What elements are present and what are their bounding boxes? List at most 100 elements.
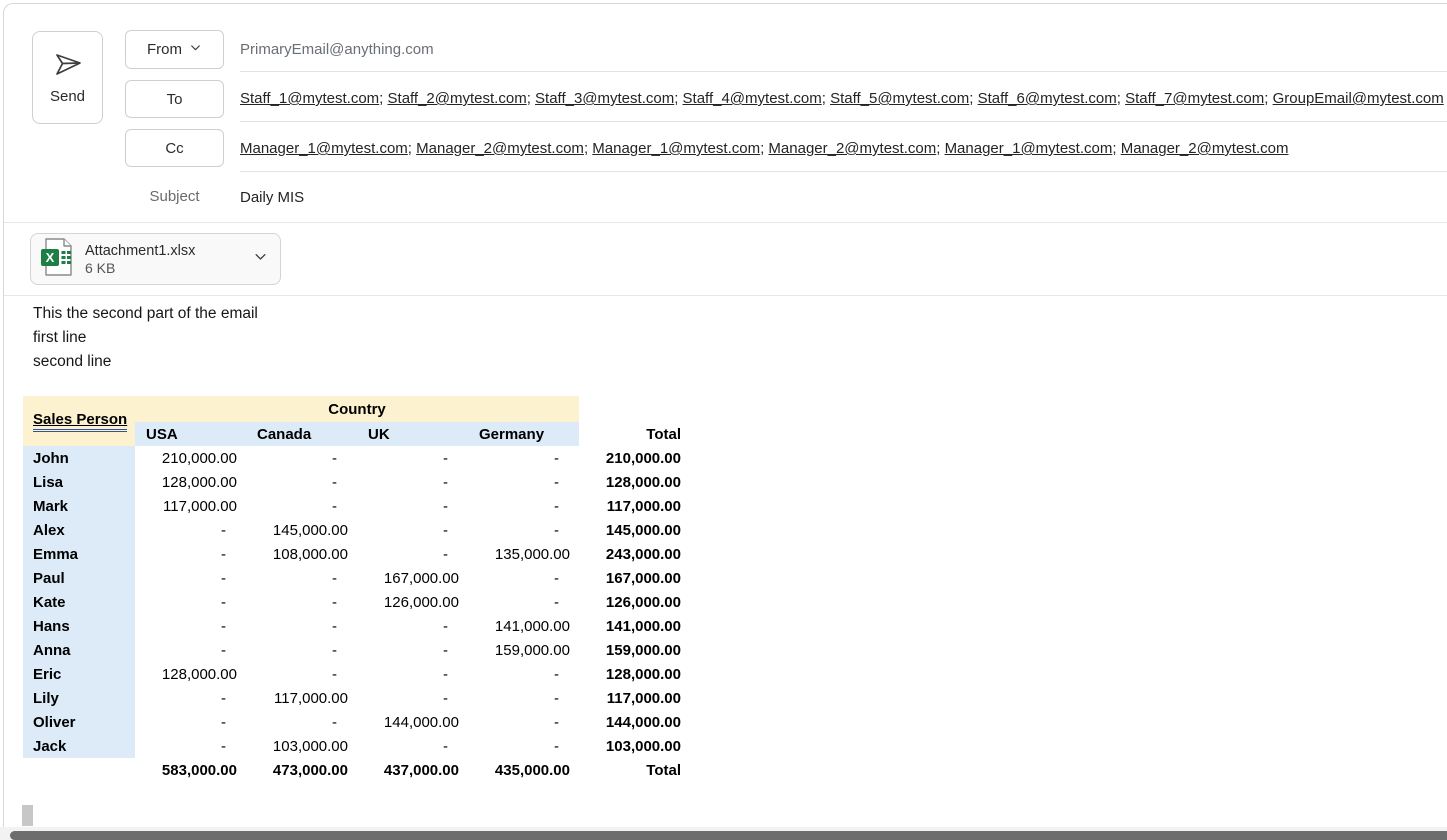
send-button[interactable]: Send: [32, 31, 103, 124]
recipient-link[interactable]: Staff_6@mytest.com: [978, 90, 1117, 107]
column-total-cell: 437,000.00: [383, 761, 459, 779]
recipient-link[interactable]: Manager_1@mytest.com: [945, 140, 1113, 157]
horizontal-scrollbar-track[interactable]: [0, 827, 1447, 840]
body-line: This the second part of the email: [33, 305, 258, 322]
sales-person-name: Anna: [23, 638, 135, 662]
subject-field[interactable]: Daily MIS: [240, 189, 304, 206]
sales-value-cell: -: [221, 545, 226, 563]
sales-value-cell: -: [221, 521, 226, 539]
sales-value-cell: -: [332, 713, 337, 731]
sales-value-cell: -: [221, 569, 226, 587]
recipient-link[interactable]: GroupEmail@mytest.com: [1273, 90, 1444, 107]
sales-value-cell: -: [443, 665, 448, 683]
attachment-size: 6 KB: [85, 259, 116, 276]
footer-spacer-cell: [23, 758, 135, 782]
recipient-separator: ;: [1112, 140, 1121, 157]
sales-value-cell: 117,000.00: [274, 689, 348, 707]
paper-plane-icon: [52, 50, 84, 80]
sales-value-cell: 108,000.00: [272, 545, 348, 563]
table-row: John 210,000.00 - - - 210,000.00: [23, 446, 690, 470]
table-group-header-row: Sales Person Country: [23, 396, 690, 446]
sales-value-cell: -: [221, 713, 226, 731]
from-button-label: From: [147, 41, 182, 58]
sales-value-cell: -: [554, 593, 559, 611]
sales-value-cell: -: [554, 473, 559, 491]
sales-value-cell: -: [332, 641, 337, 659]
horizontal-scrollbar-thumb[interactable]: [10, 831, 1447, 840]
table-row: Kate - - 126,000.00 - 126,000.00: [23, 590, 690, 614]
spacer-cell: [579, 396, 690, 422]
sales-value-cell: 159,000.00: [494, 641, 570, 659]
sales-value-cell: -: [554, 665, 559, 683]
recipient-link[interactable]: Staff_1@mytest.com: [240, 90, 379, 107]
recipient-separator: ;: [821, 90, 831, 107]
sales-value-cell: 141,000.00: [494, 617, 570, 635]
to-button[interactable]: To: [125, 80, 224, 118]
sales-value-cell: -: [554, 713, 559, 731]
sales-value-cell: 128,000.00: [161, 665, 237, 683]
sales-value-cell: 103,000.00: [272, 737, 348, 755]
recipient-link[interactable]: Staff_3@mytest.com: [535, 90, 674, 107]
column-header: USA: [135, 422, 246, 446]
sales-value-cell: -: [554, 569, 559, 587]
to-recipients-field[interactable]: Staff_1@mytest.com; Staff_2@mytest.com; …: [240, 90, 1444, 107]
attachment-divider: [4, 295, 1447, 296]
vertical-scrollbar-fragment[interactable]: [22, 805, 33, 826]
from-address[interactable]: PrimaryEmail@anything.com: [240, 41, 434, 58]
svg-text:X: X: [46, 250, 55, 265]
sales-value-cell: 135,000.00: [494, 545, 570, 563]
cc-button[interactable]: Cc: [125, 129, 224, 167]
recipient-link[interactable]: Manager_1@mytest.com: [240, 140, 408, 157]
sales-value-cell: 167,000.00: [383, 569, 459, 587]
sales-value-cell: -: [554, 689, 559, 707]
recipient-link[interactable]: Manager_2@mytest.com: [768, 140, 936, 157]
table-row: Oliver - - 144,000.00 - 144,000.00: [23, 710, 690, 734]
sales-value-cell: -: [443, 737, 448, 755]
column-header: Germany: [468, 422, 579, 446]
email-body[interactable]: This the second part of the email first …: [33, 302, 258, 374]
sales-value-cell: -: [443, 449, 448, 467]
subject-label: Subject: [149, 188, 200, 205]
cc-field-underline: [240, 171, 1447, 172]
sales-value-cell: -: [221, 593, 226, 611]
sales-person-header: Sales Person: [23, 396, 135, 446]
table-row: Lisa 128,000.00 - - - 128,000.00: [23, 470, 690, 494]
recipient-separator: ;: [969, 90, 978, 107]
sales-person-name: John: [23, 446, 135, 470]
from-field-underline: [240, 71, 1447, 72]
recipient-link[interactable]: Staff_7@mytest.com: [1125, 90, 1264, 107]
sales-value-cell: -: [554, 449, 559, 467]
row-total-cell: 117,000.00: [606, 689, 681, 707]
sales-person-name: Kate: [23, 590, 135, 614]
sales-value-cell: -: [443, 497, 448, 515]
excel-file-icon: X: [39, 237, 75, 282]
recipient-link[interactable]: Staff_4@mytest.com: [683, 90, 822, 107]
row-total-cell: 210,000.00: [605, 449, 681, 467]
row-total-cell: 145,000.00: [605, 521, 681, 539]
total-column-header: Total: [646, 425, 681, 443]
chevron-down-icon[interactable]: [253, 249, 268, 269]
recipient-link[interactable]: Staff_2@mytest.com: [388, 90, 527, 107]
column-total-cell: 473,000.00: [272, 761, 348, 779]
recipient-separator: ;: [379, 90, 388, 107]
column-total-cell: 435,000.00: [494, 761, 570, 779]
cc-recipients-field[interactable]: Manager_1@mytest.com; Manager_2@mytest.c…: [240, 140, 1289, 157]
body-line: second line: [33, 353, 112, 370]
recipient-link[interactable]: Manager_1@mytest.com: [592, 140, 760, 157]
recipient-link[interactable]: Staff_5@mytest.com: [830, 90, 969, 107]
from-dropdown-button[interactable]: From: [125, 30, 224, 69]
table-footer-row: 583,000.00 473,000.00 437,000.00 435,000.00…: [23, 758, 690, 782]
attachment-card[interactable]: X Attachment1.xlsx 6 KB: [30, 233, 281, 285]
sales-person-name: Alex: [23, 518, 135, 542]
send-button-label: Send: [49, 88, 86, 105]
sales-person-name: Mark: [23, 494, 135, 518]
recipient-link[interactable]: Manager_2@mytest.com: [416, 140, 584, 157]
sales-person-name: Oliver: [23, 710, 135, 734]
sales-value-cell: -: [443, 617, 448, 635]
sales-value-cell: -: [332, 449, 337, 467]
row-total-cell: 141,000.00: [605, 617, 681, 635]
sales-value-cell: 128,000.00: [161, 473, 237, 491]
recipient-separator: ;: [674, 90, 683, 107]
to-button-label: To: [166, 90, 183, 108]
recipient-link[interactable]: Manager_2@mytest.com: [1121, 140, 1289, 157]
